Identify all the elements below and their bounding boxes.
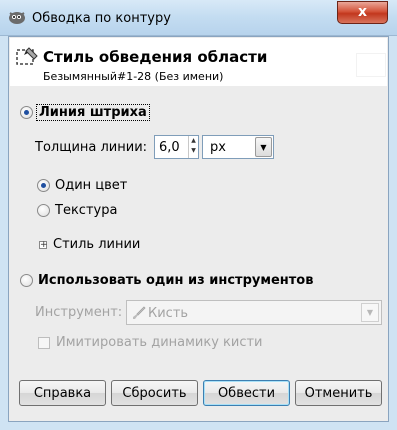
line-width-spinner[interactable]: 6,0 ▲ ▼: [154, 135, 199, 159]
stroke-line-label[interactable]: Линия штриха: [36, 104, 150, 121]
pattern-label[interactable]: Текстура: [55, 203, 117, 218]
use-tool-label[interactable]: Использовать один из инструментов: [38, 273, 313, 288]
chevron-down-icon[interactable]: ▼: [361, 303, 379, 322]
spin-arrows-icon[interactable]: ▲ ▼: [188, 136, 198, 158]
line-style-expander[interactable]: Стиль линии: [53, 237, 140, 252]
tool-label: Инструмент:: [35, 305, 123, 320]
cancel-button[interactable]: Отменить: [295, 380, 382, 406]
line-width-value[interactable]: 6,0: [159, 140, 180, 155]
reset-button[interactable]: Сбросить: [111, 380, 198, 406]
dialog-heading: Стиль обведения области: [43, 48, 268, 66]
stroke-button[interactable]: Обвести: [203, 380, 290, 406]
unit-select[interactable]: px ▼: [202, 135, 274, 159]
unit-value: px: [210, 140, 226, 155]
help-button[interactable]: Справка: [19, 380, 106, 406]
emulate-dynamics-checkbox[interactable]: [38, 337, 50, 349]
gimp-app-icon: [9, 12, 25, 24]
tool-select[interactable]: Кисть ▼: [126, 300, 382, 325]
dialog-body: Стиль обведения области Безымянный#1-28 …: [8, 36, 389, 422]
chevron-down-icon[interactable]: ▼: [255, 137, 272, 157]
preview-thumbnail: [356, 53, 386, 77]
paintbrush-icon: [133, 306, 146, 319]
line-width-label: Толщина линии:: [35, 140, 148, 155]
close-button[interactable]: x: [337, 1, 388, 24]
window-titlebar: Обводка по контуру x: [0, 0, 397, 36]
emulate-dynamics-label[interactable]: Имитировать динамику кисти: [56, 335, 263, 350]
stroke-path-icon: [16, 47, 38, 65]
solid-color-label[interactable]: Один цвет: [55, 178, 127, 193]
stroke-line-radio[interactable]: [20, 106, 33, 119]
dialog-header: Стиль обведения области Безымянный#1-28 …: [10, 38, 387, 86]
pattern-radio[interactable]: [37, 204, 50, 217]
use-tool-radio[interactable]: [20, 274, 33, 287]
solid-color-radio[interactable]: [37, 179, 50, 192]
window-title: Обводка по контуру: [32, 11, 171, 26]
expand-plus-icon[interactable]: +: [39, 241, 48, 250]
image-name: Безымянный#1-28 (Без имени): [43, 70, 224, 83]
tool-value: Кисть: [148, 306, 189, 321]
close-icon: x: [357, 4, 368, 20]
